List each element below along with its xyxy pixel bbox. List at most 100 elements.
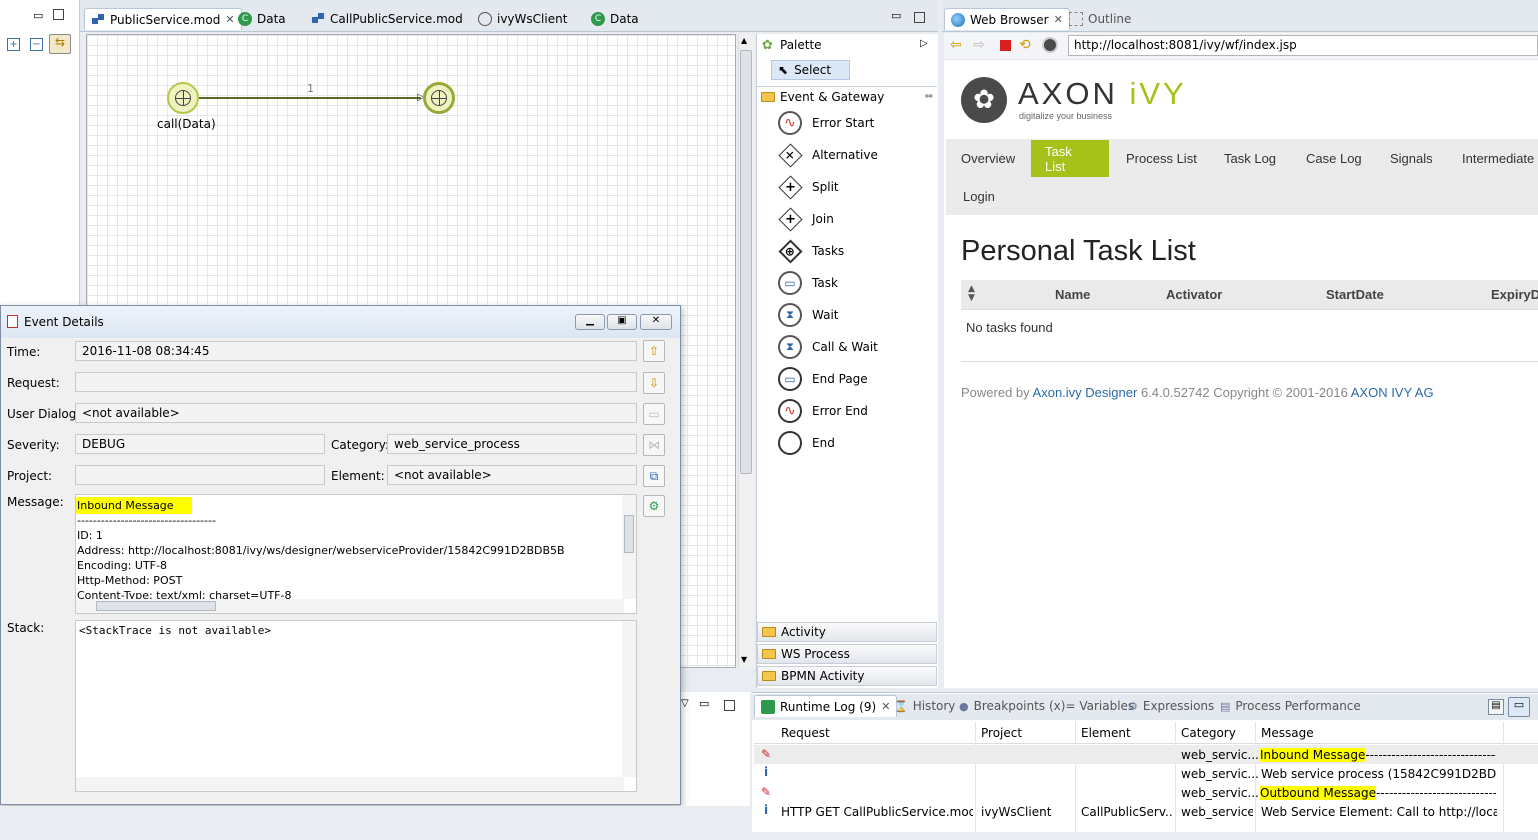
palette-item-end[interactable]: End — [778, 431, 835, 455]
log-col-category[interactable]: Category — [1181, 726, 1236, 740]
log-col-project[interactable]: Project — [981, 726, 1022, 740]
nav-signals[interactable]: Signals — [1376, 140, 1447, 177]
nav-process-list[interactable]: Process List — [1112, 140, 1211, 177]
request-field[interactable] — [75, 372, 637, 392]
scroll-up-icon[interactable]: ▲ — [741, 36, 747, 45]
sequence-flow[interactable] — [199, 97, 421, 99]
log-col-message[interactable]: Message — [1261, 726, 1314, 740]
palette-item-split[interactable]: + Split — [777, 174, 839, 200]
back-icon[interactable]: ⇦ — [950, 37, 962, 53]
nav-task-list[interactable]: Task List — [1031, 140, 1109, 177]
copy-button[interactable]: ⧉ — [643, 465, 665, 487]
dialog-minimize-button[interactable]: ▁ — [575, 314, 605, 330]
message-hscrollbar[interactable] — [76, 599, 624, 613]
scroll-down-icon[interactable]: ▼ — [741, 655, 747, 664]
details-toggle-icon[interactable]: ▭ — [1508, 697, 1530, 717]
column-activator[interactable]: Activator — [1166, 287, 1222, 302]
stack-area[interactable]: <StackTrace is not available> — [75, 620, 637, 792]
maximize-icon[interactable] — [724, 700, 735, 711]
maximize-icon[interactable] — [53, 9, 64, 20]
stack-hscrollbar[interactable] — [76, 777, 624, 791]
tab-publicservice-mod[interactable]: PublicService.mod ✕ — [84, 8, 242, 30]
column-name[interactable]: Name — [1055, 287, 1090, 302]
close-icon[interactable]: ✕ — [1054, 13, 1063, 26]
dialog-maximize-button[interactable]: ▣ — [607, 314, 637, 330]
dialog-close-button[interactable]: ✕ — [640, 314, 672, 330]
expand-all-icon[interactable]: + — [7, 38, 20, 51]
maximize-icon[interactable] — [914, 12, 925, 23]
palette-item-task[interactable]: ▭ Task — [778, 271, 838, 295]
stack-vscrollbar[interactable] — [622, 621, 636, 777]
tab-history[interactable]: ⌛ History — [888, 695, 961, 717]
project-field[interactable] — [75, 465, 325, 485]
pin-icon[interactable]: ⇔ — [925, 91, 933, 102]
tab-runtime-log[interactable]: Runtime Log (9) ✕ — [754, 695, 898, 717]
palette-item-call-wait[interactable]: ⧗ Call & Wait — [778, 335, 878, 359]
tab-breakpoints[interactable]: ● Breakpoints — [953, 695, 1051, 717]
minimize-icon[interactable]: ▭ — [699, 697, 709, 710]
tab-callpublicservice-mod[interactable]: CallPublicService.mod — [305, 8, 469, 30]
footer-company[interactable]: AXON IVY AG — [1351, 385, 1434, 400]
log-col-request[interactable]: Request — [781, 726, 830, 740]
palette-item-tasks[interactable]: ⊕ Tasks — [777, 238, 844, 264]
dialog-title: Event Details — [24, 315, 104, 329]
start-event[interactable] — [167, 82, 199, 114]
category-field[interactable]: web_service_process — [387, 434, 637, 454]
next-event-button[interactable]: ⇩ — [643, 372, 665, 394]
column-startdate[interactable]: StartDate — [1326, 287, 1384, 302]
footer-link[interactable]: Axon.ivy Designer — [1033, 385, 1138, 400]
nav-intermediate[interactable]: Intermediate — [1448, 140, 1538, 177]
tab-process-performance[interactable]: ▤ Process Performance — [1214, 695, 1367, 717]
nav-case-log[interactable]: Case Log — [1292, 140, 1376, 177]
tab-expressions[interactable]: ⚙ Expressions — [1122, 695, 1220, 717]
chevron-right-icon[interactable]: ▷ — [920, 38, 928, 49]
drawer-ws-process[interactable]: WS Process — [757, 644, 937, 664]
time-field[interactable]: 2016-11-08 08:34:45 — [75, 341, 637, 361]
link-editor-icon[interactable]: ⇆ — [49, 34, 71, 54]
user-dialog-field[interactable]: <not available> — [75, 403, 637, 423]
message-area[interactable]: Inbound Message ------------------------… — [75, 494, 637, 614]
go-icon[interactable] — [1042, 37, 1058, 53]
nav-task-log[interactable]: Task Log — [1210, 140, 1290, 177]
logo-accent: iVY — [1129, 76, 1187, 111]
severity-field[interactable]: DEBUG — [75, 434, 325, 454]
nav-overview[interactable]: Overview — [947, 140, 1029, 177]
tab-web-browser[interactable]: Web Browser ✕ — [944, 8, 1070, 30]
url-input[interactable]: http://localhost:8081/ivy/wf/index.jsp — [1068, 35, 1538, 56]
element-field[interactable]: <not available> — [387, 465, 637, 485]
collapse-all-icon[interactable]: − — [30, 38, 43, 51]
message-vscrollbar[interactable] — [622, 495, 636, 599]
tab-outline[interactable]: Outline — [1063, 8, 1137, 30]
table-divider — [961, 361, 1538, 362]
column-expiry[interactable]: ExpiryD — [1491, 287, 1538, 302]
nav-login[interactable]: Login — [949, 178, 1009, 215]
sort-icon[interactable]: ▲ ▼ — [968, 285, 975, 303]
chevron-down-icon[interactable]: ▽ — [681, 698, 689, 709]
end-event[interactable] — [423, 82, 455, 114]
palette-item-alternative[interactable]: ✕ Alternative — [777, 142, 878, 168]
minimize-icon[interactable]: ▭ — [891, 9, 901, 22]
debug-request-button[interactable]: ⚙ — [643, 495, 665, 517]
refresh-icon[interactable]: ⟲ — [1019, 37, 1031, 53]
tab-data-1[interactable]: C Data — [232, 8, 292, 30]
minimize-icon[interactable]: ▭ — [33, 9, 43, 22]
forward-icon[interactable]: ⇨ — [973, 37, 985, 53]
stop-icon[interactable] — [1000, 40, 1011, 51]
tab-ivywsclient[interactable]: ivyWsClient — [472, 8, 573, 30]
palette-item-wait[interactable]: ⧗ Wait — [778, 303, 839, 327]
palette-item-end-page[interactable]: ▭ End Page — [778, 367, 868, 391]
log-col-element[interactable]: Element — [1081, 726, 1131, 740]
open-dialog-button[interactable]: ▭ — [643, 403, 665, 425]
drawer-activity[interactable]: Activity — [757, 622, 937, 642]
scroll-thumb[interactable] — [740, 50, 752, 474]
palette-select[interactable]: ⬉ Select — [771, 60, 850, 80]
tab-data-2[interactable]: C Data — [585, 8, 645, 30]
filter-icon[interactable]: ▤ — [1488, 699, 1504, 715]
show-in-process-button[interactable]: ⋈ — [643, 434, 665, 456]
previous-event-button[interactable]: ⇧ — [643, 340, 665, 362]
drawer-bpmn-activity[interactable]: BPMN Activity — [757, 666, 937, 686]
palette-item-join[interactable]: + Join — [777, 206, 834, 232]
palette-item-error-end[interactable]: ∿ Error End — [778, 399, 868, 423]
palette-item-error-start[interactable]: ∿ Error Start — [778, 111, 874, 135]
drawer-event-gateway[interactable]: Event & Gateway ⇔ — [757, 86, 937, 106]
